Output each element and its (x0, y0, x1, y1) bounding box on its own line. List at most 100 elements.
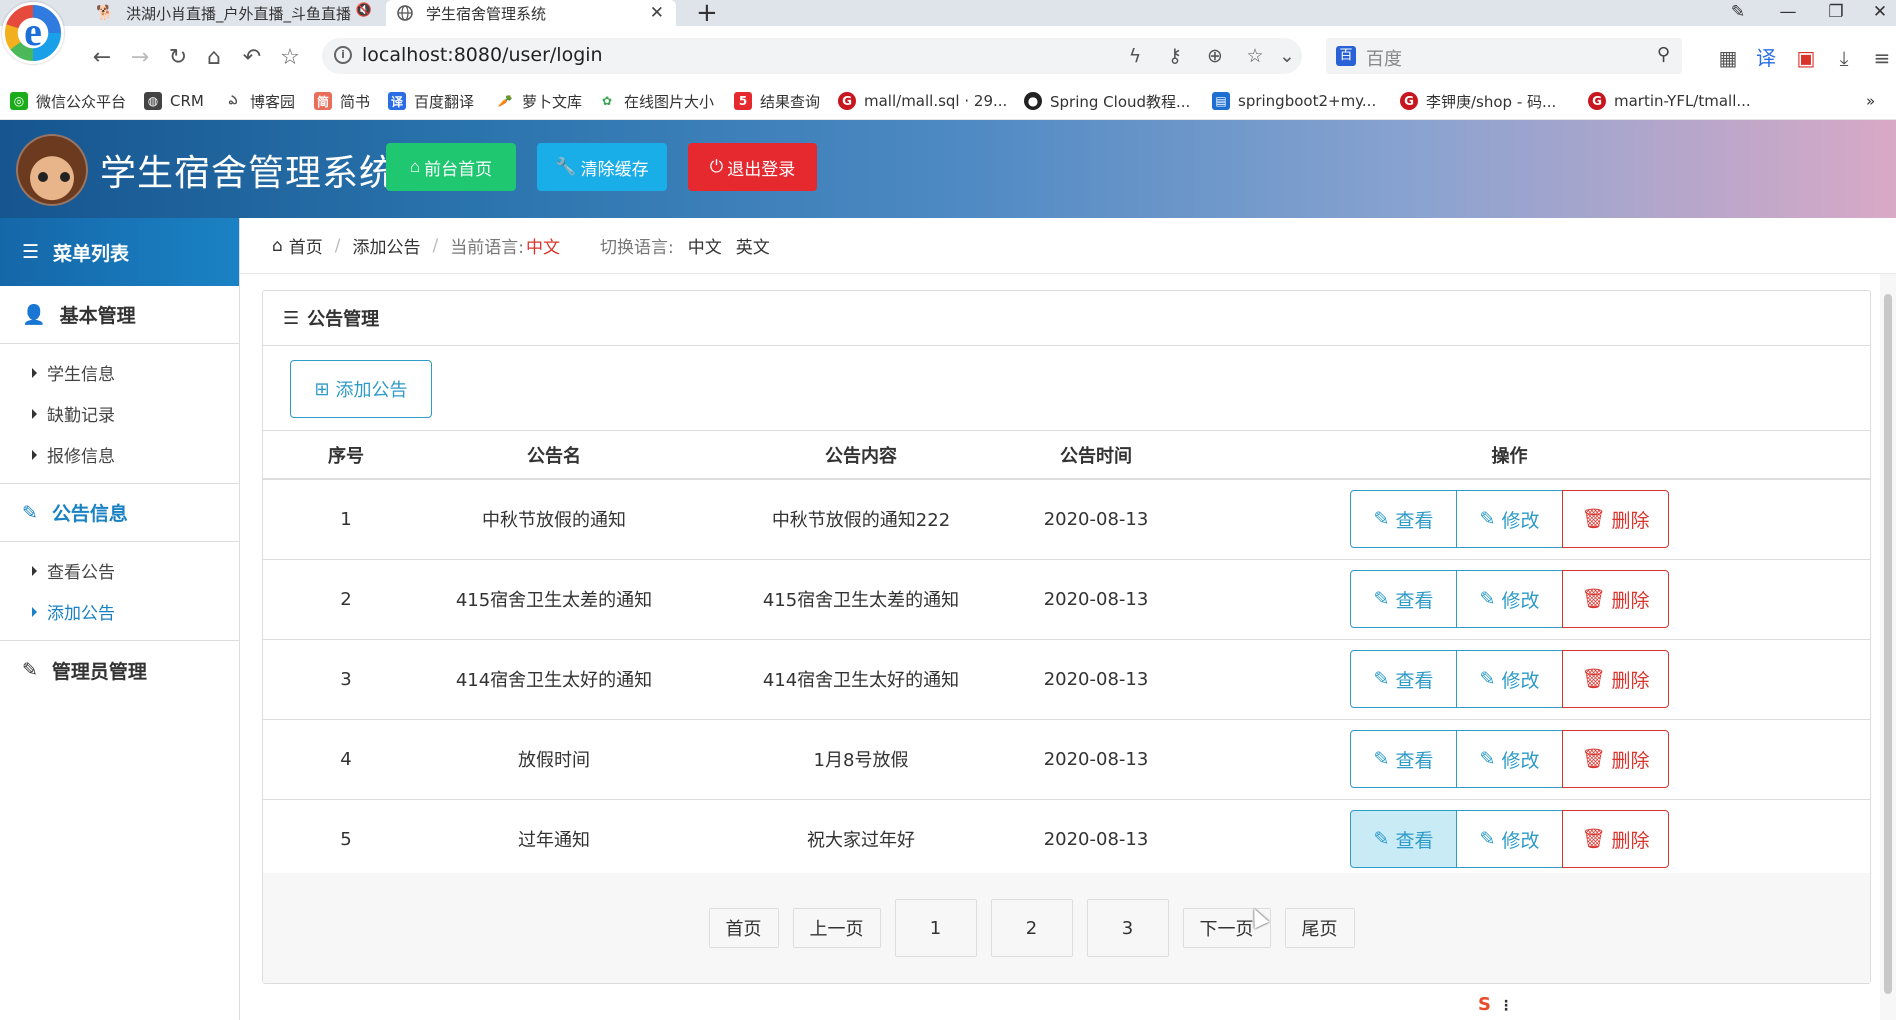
page-2-button[interactable]: 2 (990, 899, 1073, 957)
bookmark-item[interactable]: 5 结果查询 (734, 88, 820, 114)
delete-button[interactable]: 🗑 删除 (1562, 650, 1669, 708)
language-zh-link[interactable]: 中文 (688, 233, 722, 258)
address-bar[interactable]: i localhost:8080/user/login ϟ ⚷ ⊕ ☆ ⌄ (322, 38, 1302, 74)
first-page-button[interactable]: 首页 (708, 908, 779, 948)
caret-right-icon (32, 449, 37, 460)
add-notice-button[interactable]: ⊞ 添加公告 (290, 360, 432, 418)
delete-button[interactable]: 🗑 删除 (1562, 490, 1669, 549)
prev-page-button[interactable]: 上一页 (792, 908, 881, 948)
cnblogs-icon: ఎ (224, 92, 242, 110)
menu-icon[interactable]: ≡ (1868, 44, 1896, 72)
current-language-label: 当前语言: (450, 238, 524, 258)
bookmark-star-icon[interactable]: ☆ (1242, 43, 1268, 69)
sidebar-item-repair[interactable]: 报修信息 (0, 434, 239, 475)
last-page-button[interactable]: 尾页 (1284, 908, 1355, 948)
scrollbar-thumb[interactable] (1884, 294, 1892, 994)
page-3-button[interactable]: 3 (1086, 899, 1169, 957)
search-input[interactable]: 百度 (1366, 45, 1402, 71)
language-en-link[interactable]: 英文 (736, 233, 770, 258)
new-tab-icon[interactable]: + (696, 0, 718, 28)
view-button[interactable]: ✎ 查看 (1350, 730, 1457, 788)
gitee-icon: G (838, 92, 856, 110)
bookmark-item[interactable]: ● Spring Cloud教程... (1024, 88, 1190, 114)
search-icon[interactable]: ⚲ (1657, 44, 1670, 65)
github-icon: ● (1024, 92, 1042, 110)
delete-button[interactable]: 🗑 删除 (1562, 730, 1669, 788)
zoom-icon[interactable]: ⊕ (1202, 43, 1228, 69)
key-icon[interactable]: ⚷ (1162, 43, 1188, 69)
sidebar-group-admin[interactable]: ✎ 管理员管理 (0, 641, 239, 699)
bookmark-item[interactable]: ◍ CRM (144, 88, 204, 114)
lightning-icon[interactable]: ϟ (1122, 43, 1148, 69)
bookmark-item[interactable]: ◎ 微信公众平台 (10, 88, 126, 114)
doge-icon: 🐕 (96, 5, 114, 21)
browser-tab-active[interactable]: 学生宿舍管理系统 ✕ (386, 0, 676, 26)
star-icon[interactable]: ☆ (276, 44, 304, 72)
cell-content: 414宿舍卫生太好的通知 (679, 639, 1043, 720)
bookmark-item[interactable]: G 李钾庚/shop - 码... (1400, 88, 1556, 114)
home-icon[interactable]: ⌂ (200, 44, 228, 72)
bookmark-item[interactable]: Gmall/mall.sql · 29... (838, 88, 1007, 114)
logout-button[interactable]: ⏻ 退出登录 (688, 143, 817, 191)
back-icon[interactable]: ← (88, 44, 116, 72)
bookmarks-overflow-icon[interactable]: » (1866, 88, 1875, 114)
browser-tab-bar: 🐕 洪湖小肖直播_户外直播_斗鱼直播 🔇 学生宿舍管理系统 ✕ + ✎ — ❐ … (0, 0, 1896, 28)
panel-toolbar: ⊞ 添加公告 (263, 346, 1870, 431)
download-icon[interactable]: ⤓ (1830, 44, 1858, 72)
url-text[interactable]: localhost:8080/user/login (362, 44, 603, 66)
translate-icon[interactable]: 译 (1752, 44, 1780, 72)
delete-button[interactable]: 🗑 删除 (1562, 810, 1669, 868)
bookmark-item[interactable]: 🥕 萝卜文库 (496, 88, 582, 114)
reload-icon[interactable]: ↻ (164, 44, 192, 72)
mute-icon[interactable]: 🔇 (356, 3, 372, 18)
sidebar-item-students[interactable]: 学生信息 (0, 352, 239, 393)
bookmark-item[interactable]: 简简书 (314, 88, 370, 114)
sidebar-group-basic[interactable]: 👤 基本管理 (0, 286, 239, 344)
view-button[interactable]: ✎ 查看 (1350, 570, 1457, 628)
sidebar-item-add-notice[interactable]: 添加公告 (0, 591, 239, 632)
bookmark-item[interactable]: 译百度翻译 (388, 88, 474, 114)
view-button[interactable]: ✎ 查看 (1350, 810, 1457, 868)
table-row: 4 放假时间 1月8号放假 2020-08-13 ✎ 查看 ✎ 修改 🗑 删除 (263, 719, 1870, 800)
edit-button[interactable]: ✎ 修改 (1456, 490, 1563, 549)
delete-button[interactable]: 🗑 删除 (1562, 570, 1669, 628)
edit-button[interactable]: ✎ 修改 (1456, 810, 1563, 868)
close-tab-icon[interactable]: ✕ (650, 3, 664, 23)
globe-icon: ◍ (144, 92, 162, 110)
column-header: 公告内容 (679, 431, 1043, 480)
close-window-icon[interactable]: ✕ (1862, 0, 1896, 26)
browser-tab-douyu[interactable]: 🐕 洪湖小肖直播_户外直播_斗鱼直播 🔇 (96, 0, 378, 26)
page-1-button[interactable]: 1 (894, 899, 977, 957)
undo-icon[interactable]: ↶ (238, 44, 266, 72)
sidebar-group-notice[interactable]: ✎ 公告信息 (0, 484, 239, 542)
edit-button[interactable]: ✎ 修改 (1456, 570, 1563, 628)
view-button[interactable]: ✎ 查看 (1350, 650, 1457, 708)
chevron-down-icon[interactable]: ⌄ (1274, 43, 1300, 69)
search-box[interactable]: 百 百度 ⚲ (1326, 38, 1682, 74)
info-icon[interactable]: i (334, 46, 352, 64)
edit-button[interactable]: ✎ 修改 (1456, 650, 1563, 708)
user-icon: 👤 (22, 304, 46, 326)
frontpage-button[interactable]: ⌂ 前台首页 (386, 143, 516, 191)
bookmark-item[interactable]: ▤ springboot2+my... (1212, 88, 1376, 114)
clear-cache-button[interactable]: 🔧 清除缓存 (537, 143, 667, 191)
minimize-icon[interactable]: — (1770, 0, 1806, 26)
breadcrumb-home-link[interactable]: 首页 (289, 233, 323, 258)
restore-icon[interactable]: ❐ (1818, 0, 1854, 26)
cell-id: 2 (263, 559, 429, 640)
ime-sogou-icon[interactable]: S ⋮ (1478, 994, 1513, 1015)
view-button[interactable]: ✎ 查看 (1350, 490, 1457, 549)
bookmark-item[interactable]: Gmartin-YFL/tmall... (1588, 88, 1751, 114)
vertical-scrollbar[interactable] (1880, 274, 1896, 1020)
sidebar-item-absence[interactable]: 缺勤记录 (0, 393, 239, 434)
forward-icon[interactable]: → (126, 44, 154, 72)
pdf-icon[interactable]: ▣ (1792, 44, 1820, 72)
breadcrumb-current: 添加公告 (352, 238, 421, 258)
edit-button[interactable]: ✎ 修改 (1456, 730, 1563, 788)
bookmark-item[interactable]: ఎ 博客园 (224, 88, 295, 114)
bookmark-item[interactable]: ✿ 在线图片大小 (598, 88, 714, 114)
notes-icon[interactable]: ✎ (1720, 0, 1756, 26)
cell-name: 过年通知 (429, 799, 679, 880)
qr-icon[interactable]: ▦ (1714, 44, 1742, 72)
sidebar-item-view-notice[interactable]: 查看公告 (0, 550, 239, 591)
